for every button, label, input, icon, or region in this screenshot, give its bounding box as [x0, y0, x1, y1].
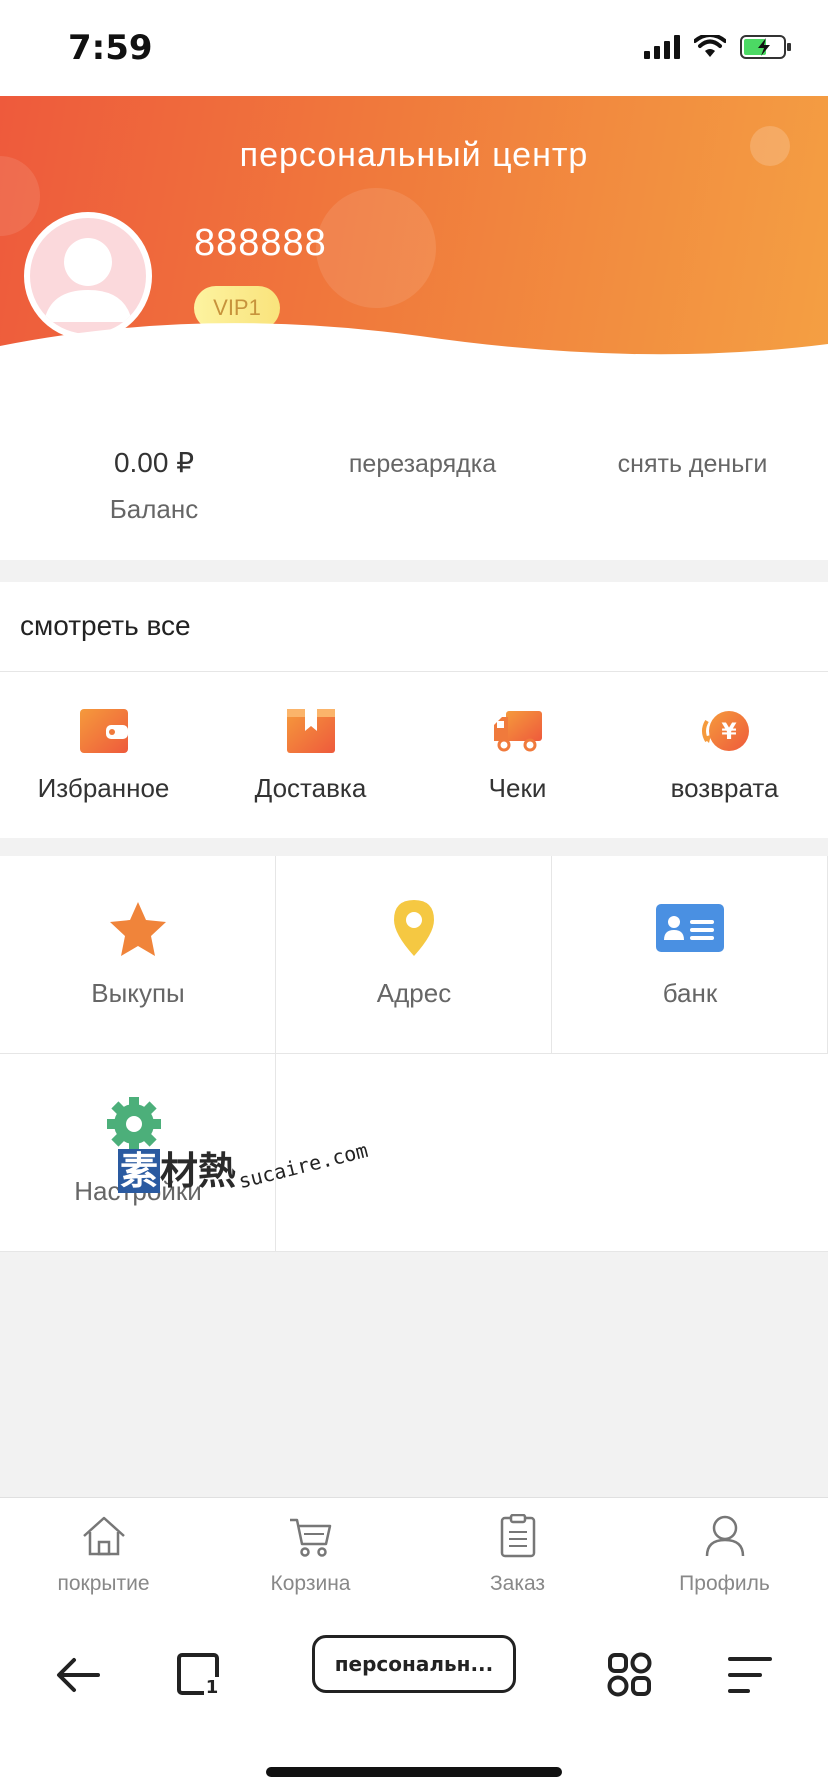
tab-label: покрытие — [57, 1572, 150, 1595]
order-item-receipts[interactable]: Чеки — [414, 673, 621, 838]
divider — [0, 838, 828, 856]
star-icon — [110, 902, 166, 956]
signal-icon — [644, 35, 680, 59]
watermark-url: sucaire.com — [236, 1137, 371, 1194]
status-time: 7:59 — [68, 28, 153, 68]
home-icon — [83, 1516, 125, 1556]
grid-item-label: банк — [662, 978, 718, 1008]
bank-card-icon — [656, 904, 724, 952]
grid-item-buybacks[interactable]: Выкупы — [0, 856, 276, 1054]
grid-item-label: Адрес — [376, 978, 452, 1008]
profile-header: персональный центр 888888 VIP1 — [0, 96, 828, 416]
balance-amount: 0.00 ₽ — [113, 447, 195, 478]
tab-cart[interactable]: Корзина — [207, 1498, 414, 1610]
watermark: 素材熱 sucaire.com — [118, 1137, 371, 1200]
order-item-label: Чеки — [488, 773, 547, 803]
orders-header[interactable]: смотреть все — [0, 582, 828, 672]
header-wave — [0, 323, 828, 416]
battery-charging-icon — [740, 35, 791, 59]
order-item-label: Доставка — [254, 773, 367, 803]
recharge-button[interactable]: перезарядка — [320, 450, 525, 479]
address-bar[interactable]: персональн... — [312, 1635, 516, 1693]
watermark-logo-mark: 素 — [118, 1149, 161, 1193]
watermark-logo-text: 材熱 — [160, 1149, 237, 1193]
tab-label: Профиль — [679, 1572, 770, 1595]
empty-area — [0, 1252, 828, 1497]
divider — [0, 560, 828, 582]
wifi-icon — [694, 35, 726, 57]
grid-item-label: Выкупы — [91, 978, 185, 1008]
back-arrow-icon[interactable] — [48, 1645, 108, 1705]
withdraw-button[interactable]: снять деньги — [590, 450, 795, 479]
order-item-delivery[interactable]: Доставка — [207, 673, 414, 838]
order-item-returns[interactable]: ¥ возврата — [621, 673, 828, 838]
orders-row: Избранное Доставка Чеки ¥ возврата — [0, 673, 828, 838]
watermark-logo: 素材熱 — [118, 1140, 236, 1195]
package-icon — [287, 709, 335, 753]
tab-profile[interactable]: Профиль — [621, 1498, 828, 1610]
svg-text:1: 1 — [206, 1677, 219, 1698]
home-indicator[interactable] — [266, 1767, 562, 1777]
tab-home[interactable]: покрытие — [0, 1498, 207, 1610]
user-icon — [705, 1515, 745, 1557]
tab-orders[interactable]: Заказ — [414, 1498, 621, 1610]
menu-icon[interactable] — [720, 1645, 780, 1705]
balance-row: 0.00 ₽ Баланс перезарядка снять деньги — [0, 416, 828, 560]
location-pin-icon — [394, 900, 434, 956]
tabs-icon[interactable]: 1 — [168, 1645, 228, 1705]
tab-label: Корзина — [270, 1572, 351, 1595]
svg-text:¥: ¥ — [721, 720, 737, 745]
order-list-icon — [500, 1514, 536, 1558]
grid-item-bank[interactable]: банк — [552, 856, 828, 1054]
truck-icon — [494, 711, 542, 752]
browser-toolbar: 1 персональн... — [0, 1609, 828, 1792]
balance-label: Баланс — [109, 494, 199, 524]
view-all-link[interactable]: смотреть все — [20, 610, 191, 642]
yuan-refund-icon: ¥ — [702, 711, 749, 751]
status-bar: 7:59 — [0, 0, 828, 96]
order-item-label: Избранное — [37, 773, 170, 803]
grid-menu-icon[interactable] — [600, 1645, 660, 1705]
tab-bar: покрытие Корзина Заказ Профиль — [0, 1497, 828, 1609]
tab-label: Заказ — [489, 1572, 546, 1595]
order-item-favorites[interactable]: Избранное — [0, 673, 207, 838]
wallet-icon — [80, 709, 128, 753]
grid-item-address[interactable]: Адрес — [276, 856, 552, 1054]
status-icons — [644, 34, 792, 60]
cart-icon — [290, 1518, 332, 1557]
order-item-label: возврата — [670, 773, 779, 803]
